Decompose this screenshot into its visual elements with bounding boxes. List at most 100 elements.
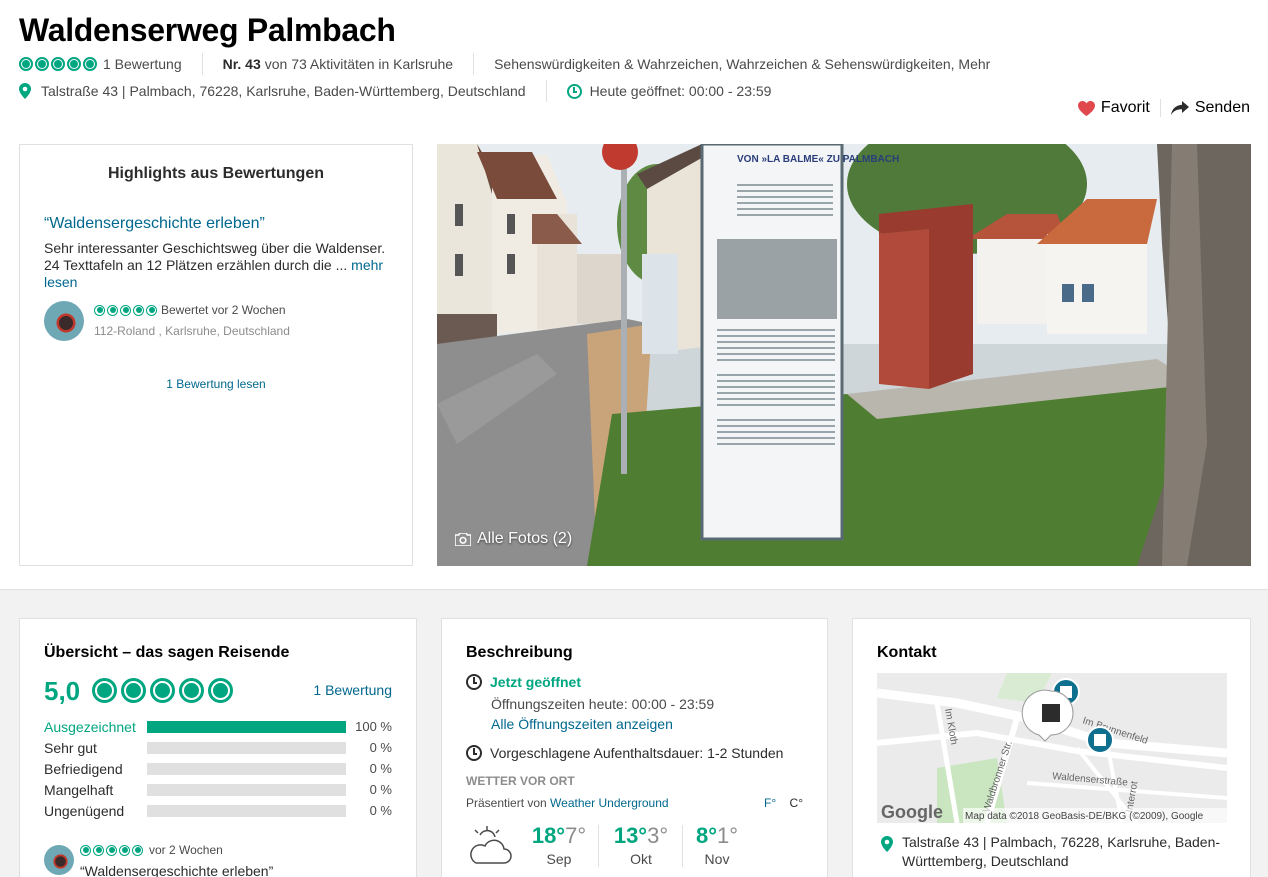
highlight-quote-link[interactable]: “Waldensergeschichte erleben” [44,215,265,233]
description-card: Beschreibung Jetzt geöffnet Öffnungszeit… [441,618,828,877]
celsius-toggle[interactable]: C° [790,796,803,810]
favorite-button[interactable]: Favorit [1077,99,1150,117]
rating-row-excellent[interactable]: Ausgezeichnet 100 % [44,716,394,737]
overall-bubbles [92,678,233,703]
rating-row: 1 Bewertung Nr. 43 von 73 Aktivitäten in… [19,52,990,76]
categories[interactable]: Sehenswürdigkeiten & Wahrzeichen, Wahrze… [494,56,990,72]
bubble-icon [67,57,81,71]
bubble-icon [150,678,175,703]
rating-percent: 0 % [369,782,392,797]
rating-percent: 0 % [369,761,392,776]
clock-icon [566,83,582,99]
bubble-icon [121,678,146,703]
rating-percent: 100 % [355,719,392,734]
review-count-link[interactable]: 1 Bewertung [103,56,182,72]
rating-bar [147,783,346,796]
page-title: Waldenserweg Palmbach [19,12,396,48]
rating-label: Befriedigend [44,760,123,777]
rating-bar [147,762,346,775]
divider [473,53,475,75]
bubble-icon [179,678,204,703]
temp-high: 8° [695,823,717,848]
ranking-number: Nr. 43 [222,56,261,72]
location-map[interactable]: Im Brunnenfeld Im Kloth Waldbronner Str.… [877,673,1227,823]
rating-percent: 0 % [369,740,392,755]
description-title: Beschreibung [466,644,573,661]
rating-percent: 0 % [369,803,392,818]
bubble-icon [132,844,143,856]
temp-low: 7° [565,823,587,848]
weather-month: 13°3° Okt [606,823,676,867]
heart-icon [1077,100,1095,116]
overview-card: Übersicht – das sagen Reisende 5,0 1 Bew… [19,618,417,877]
hours-today: Öffnungszeiten heute: 00:00 - 23:59 [491,696,715,712]
bubble-icon [35,57,49,71]
all-hours-link[interactable]: Alle Öffnungszeiten anzeigen [491,716,673,732]
rating-bar [147,720,346,733]
bubble-icon [107,304,118,316]
reviewer-avatar[interactable] [44,845,74,875]
weather-month: 8°1° Nov [682,823,752,867]
overview-review-count-link[interactable]: 1 Bewertung [313,682,392,698]
rating-label: Sehr gut [44,739,97,756]
rating-distribution: Ausgezeichnet 100 % Sehr gut 0 % Befried… [44,716,394,821]
temp-high: 13° [613,823,648,848]
ranking-text[interactable]: von 73 Aktivitäten in Karlsruhe [265,56,453,72]
divider [598,825,599,867]
weather-month: 18°7° Sep [524,823,594,867]
month-name: Okt [630,851,652,867]
reviewer-meta: Bewertet vor 2 Wochen [94,303,286,317]
address-text[interactable]: Talstraße 43 | Palmbach, 76228, Karlsruh… [41,83,526,99]
read-reviews-link[interactable]: 1 Bewertung lesen [20,377,412,391]
rating-row-very-good[interactable]: Sehr gut 0 % [44,737,394,758]
rating-row-poor[interactable]: Mangelhaft 0 % [44,779,394,800]
recent-review-title[interactable]: “Waldensergeschichte erleben” [80,863,273,877]
rating-label: Ungenügend [44,802,125,819]
contact-address[interactable]: Talstraße 43 | Palmbach, 76228, Karlsruh… [902,833,1232,871]
contact-card: Kontakt Im Brunnenfeld Im Kloth Waldbron… [852,618,1251,877]
opening-hours-today[interactable]: Heute geöffnet: 00:00 - 23:59 [590,83,772,99]
sign-heading: VON »LA BALME« ZU PALMBACH [737,154,899,165]
bubble-icon [19,57,33,71]
hero-photo[interactable]: VON »LA BALME« ZU PALMBACH Alle Fotos (2… [437,144,1251,566]
weather-source-link[interactable]: Weather Underground [550,796,669,810]
favorite-label: Favorit [1100,99,1150,116]
recent-review-meta: vor 2 Wochen [80,843,223,857]
reviewer-avatar[interactable] [44,301,84,341]
rating-bubbles[interactable] [19,57,97,71]
rating-row-average[interactable]: Befriedigend 0 % [44,758,394,779]
details-section: Übersicht – das sagen Reisende 5,0 1 Bew… [0,589,1268,877]
presented-by: Präsentiert von [466,796,551,810]
fahrenheit-toggle[interactable]: F° [764,796,776,810]
page-header: Waldenserweg Palmbach 1 Bewertung Nr. 43… [0,0,1268,144]
divider [545,80,547,102]
map-graphic: Im Brunnenfeld Im Kloth Waldbronner Str.… [877,673,1227,823]
bubble-icon [106,844,117,856]
bubble-icon [51,57,65,71]
share-arrow-icon [1170,100,1189,115]
review-bubbles [80,844,143,856]
rating-row-terrible[interactable]: Ungenügend 0 % [44,800,394,821]
weather-heading: WETTER VOR ORT [466,774,575,788]
overview-title: Übersicht – das sagen Reisende [44,644,290,661]
bubble-icon [94,304,105,316]
all-photos-button[interactable]: Alle Fotos (2) [455,530,572,548]
all-photos-label: Alle Fotos (2) [477,530,573,547]
header-actions: Favorit Senden [1077,99,1250,117]
map-pin-icon [19,83,31,99]
review-bubbles [94,304,157,316]
bubble-icon [93,844,104,856]
share-button[interactable]: Senden [1170,99,1250,117]
map-attribution: Map data ©2018 GeoBasis-DE/BKG (©2009), … [965,811,1204,822]
cloud-sun-icon [470,826,512,864]
weather-attribution: Präsentiert von Weather Underground [466,796,669,810]
overall-score: 5,0 [44,676,81,706]
month-name: Nov [704,851,730,867]
clock-icon [466,674,482,690]
rating-label: Mangelhaft [44,781,114,798]
bubble-icon [146,304,157,316]
review-date: Bewertet vor 2 Wochen [161,303,286,317]
temp-low: 1° [717,823,739,848]
divider [201,53,203,75]
reviewer-location[interactable]: 112-Roland , Karlsruhe, Deutschland [94,324,290,338]
